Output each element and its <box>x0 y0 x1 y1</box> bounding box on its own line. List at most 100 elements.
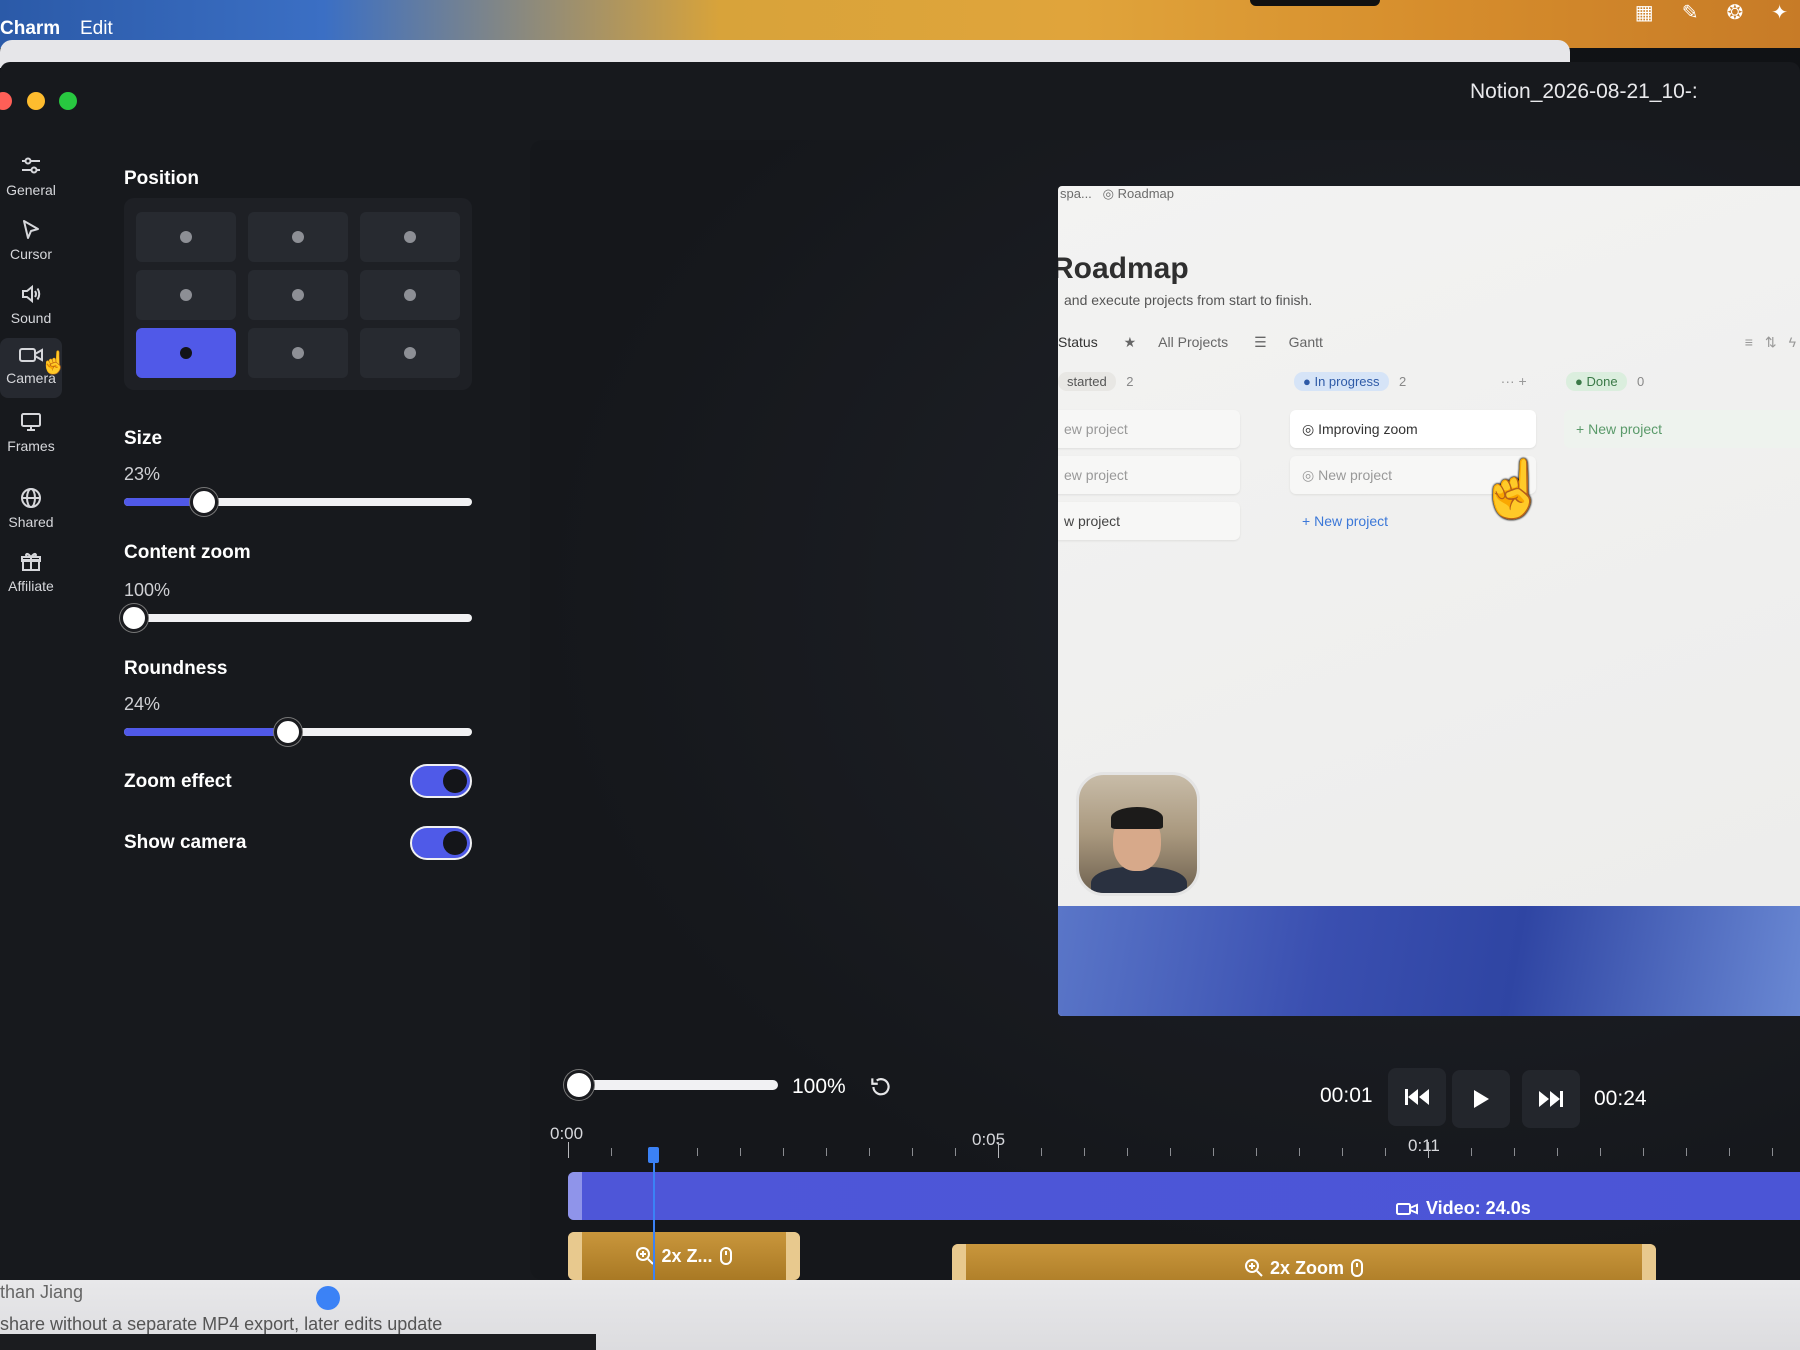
position-bottom-center[interactable] <box>248 328 348 378</box>
sidebar-item-shared[interactable]: Shared <box>0 486 62 542</box>
content-zoom-slider-knob[interactable] <box>120 604 148 632</box>
position-top-left[interactable] <box>136 212 236 262</box>
speaker-icon <box>22 284 41 304</box>
content-zoom-slider[interactable] <box>120 604 472 632</box>
mouse-icon <box>1351 1259 1363 1277</box>
ruler-tick <box>998 1142 999 1158</box>
monitor-icon <box>21 413 41 431</box>
cursor-icon <box>23 220 39 239</box>
ruler-tick <box>1170 1148 1171 1156</box>
tick-label-0: 0:00 <box>550 1124 584 1143</box>
ruler-tick <box>740 1148 741 1156</box>
roundness-value: 24% <box>124 694 161 714</box>
window-minimize-button[interactable] <box>27 92 45 110</box>
position-bottom-right[interactable] <box>360 328 460 378</box>
timeline-zoom-percent: 100% <box>792 1075 846 1098</box>
content-zoom-value: 100% <box>124 580 171 600</box>
skip-forward-button[interactable] <box>1522 1070 1580 1128</box>
tray-tool-icon[interactable]: ✎ <box>1682 0 1699 25</box>
ruler-tick <box>869 1148 870 1156</box>
size-title: Size <box>124 428 163 449</box>
screen: Charm Edit ▦ ✎ ❂ ✦ Notion_2026-08-21_10-… <box>0 0 1800 1350</box>
background-author: than Jiang <box>0 1282 84 1302</box>
tray-grid-icon[interactable]: ▦ <box>1635 0 1654 25</box>
notion-tab-all-projects: All Projects <box>1158 334 1229 350</box>
ruler-tick <box>1600 1148 1601 1156</box>
ruler-tick <box>1428 1142 1429 1158</box>
preview-background-gradient <box>1058 906 1800 1016</box>
roundness-slider[interactable] <box>124 718 472 746</box>
roundness-title: Roundness <box>124 658 228 679</box>
notion-breadcrumb: spa... ◎ Roadmap <box>1060 186 1174 201</box>
window-zoom-button[interactable] <box>59 92 77 110</box>
sidebar-item-label: Sound <box>10 310 52 326</box>
camera-notch <box>1250 0 1380 6</box>
ruler-tick <box>1127 1148 1128 1156</box>
sidebar-item-label: Affiliate <box>8 578 54 594</box>
size-slider[interactable] <box>124 488 472 516</box>
ruler-tick <box>826 1148 827 1156</box>
position-middle-center[interactable] <box>248 270 348 320</box>
ruler-tick <box>1041 1148 1042 1156</box>
size-slider-knob[interactable] <box>190 488 218 516</box>
roundness-slider-knob[interactable] <box>274 718 302 746</box>
column-in-progress: ● In progress 2 ··· + <box>1294 372 1527 391</box>
card-not-started-3: w project <box>1058 502 1240 540</box>
skip-back-button[interactable] <box>1388 1068 1446 1126</box>
zoom-clip-1[interactable]: 2x Z... <box>568 1232 800 1280</box>
position-bottom-left[interactable] <box>136 328 236 378</box>
zoom-in-icon <box>1244 1259 1263 1277</box>
tray-sparkle-icon[interactable]: ✦ <box>1771 0 1788 25</box>
play-button[interactable] <box>1452 1070 1510 1128</box>
video-track-handle[interactable] <box>568 1172 582 1220</box>
sidebar-item-sound[interactable]: Sound <box>0 282 62 338</box>
video-preview[interactable]: spa... ◎ Roadmap Roadmap and execute pro… <box>1058 186 1800 1016</box>
card-improving-zoom: ◎ Improving zoom <box>1290 410 1536 448</box>
pointer-hand-cursor-icon: ☝ <box>1478 457 1548 520</box>
sidebar-item-affiliate[interactable]: Affiliate <box>0 550 62 606</box>
position-middle-left[interactable] <box>136 270 236 320</box>
ruler-tick <box>568 1142 569 1158</box>
count-done: 0 <box>1637 374 1645 389</box>
column-done: ● Done 0 <box>1566 372 1644 391</box>
menubar-edit[interactable]: Edit <box>80 18 113 40</box>
position-top-right[interactable] <box>360 212 460 262</box>
position-middle-right[interactable] <box>360 270 460 320</box>
ruler-tick <box>1084 1148 1085 1156</box>
play-icon <box>1474 1090 1489 1108</box>
ruler-tick <box>1772 1148 1773 1156</box>
show-camera-toggle[interactable] <box>410 826 472 860</box>
roundness-slider-fill <box>124 728 288 736</box>
position-top-center[interactable] <box>248 212 348 262</box>
timeline-ruler[interactable] <box>568 1142 1800 1162</box>
sidebar-item-cursor[interactable]: Cursor <box>0 218 62 274</box>
reset-icon[interactable] <box>868 1074 894 1100</box>
content-zoom-title: Content zoom <box>124 542 251 563</box>
notion-page-title: Roadmap <box>1058 252 1189 285</box>
gift-icon <box>21 552 41 571</box>
ruler-tick <box>1256 1148 1257 1156</box>
total-time: 00:24 <box>1594 1087 1647 1110</box>
download-icon <box>316 1286 340 1310</box>
camera-bubble[interactable] <box>1076 772 1200 896</box>
show-camera-label: Show camera <box>124 832 247 853</box>
video-track[interactable] <box>568 1172 1800 1220</box>
sidebar-item-label: General <box>6 182 56 198</box>
sidebar-item-frames[interactable]: Frames <box>0 410 62 466</box>
timeline-zoom-slider[interactable] <box>564 1070 778 1100</box>
zoom-clip-1-left-handle[interactable] <box>568 1232 582 1280</box>
star-icon: ★ <box>1123 334 1137 350</box>
zoom-clip-1-right-handle[interactable] <box>786 1232 800 1280</box>
timeline-zoom-knob[interactable] <box>564 1070 594 1100</box>
size-value: 23% <box>124 464 161 484</box>
status-pill-done: ● Done <box>1566 372 1627 391</box>
position-grid <box>124 198 472 390</box>
tray-openai-icon[interactable]: ❂ <box>1726 0 1743 25</box>
window-title: Notion_2026-08-21_10-: <box>1470 80 1698 103</box>
ruler-tick <box>1385 1148 1386 1156</box>
menubar-app-name[interactable]: Charm <box>0 18 60 40</box>
notion-tab-status: Status <box>1058 334 1098 350</box>
sidebar-item-general[interactable]: General <box>0 154 62 210</box>
skip-back-icon <box>1405 1089 1429 1105</box>
zoom-effect-toggle[interactable] <box>410 764 472 798</box>
